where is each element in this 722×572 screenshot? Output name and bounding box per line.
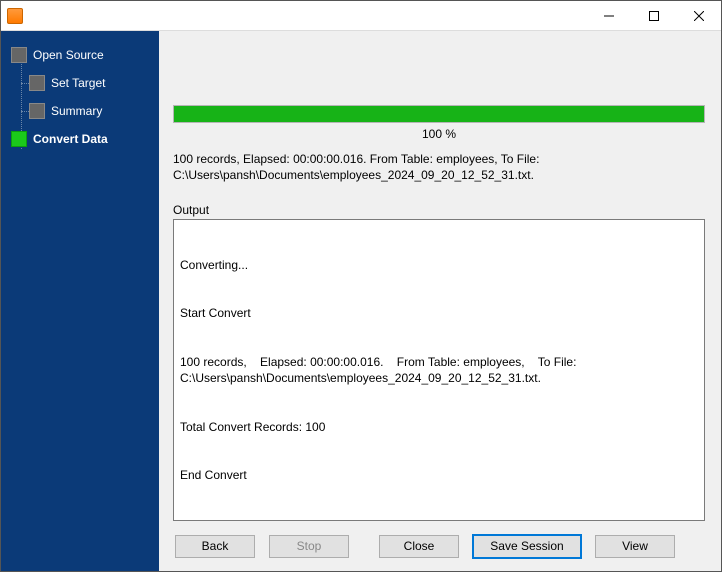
stop-button: Stop	[269, 535, 349, 558]
output-line: End Convert	[180, 467, 698, 483]
back-button[interactable]: Back	[175, 535, 255, 558]
titlebar-left	[1, 8, 23, 24]
progress-percent: 100 %	[173, 127, 705, 141]
output-line: 100 records, Elapsed: 00:00:00.016. From…	[180, 354, 698, 386]
output-label: Output	[173, 203, 705, 217]
step-box-icon	[29, 75, 45, 91]
step-label: Convert Data	[33, 132, 108, 146]
window-controls	[586, 1, 721, 30]
summary-line: C:\Users\pansh\Documents\employees_2024_…	[173, 167, 705, 183]
step-box-icon	[29, 103, 45, 119]
spacer	[173, 45, 705, 105]
minimize-button[interactable]	[586, 1, 631, 30]
step-box-icon	[11, 47, 27, 63]
main-body: 100 % 100 records, Elapsed: 00:00:00.016…	[159, 31, 721, 521]
step-summary[interactable]: Summary	[1, 97, 159, 125]
step-label: Set Target	[51, 76, 105, 90]
output-textarea[interactable]: Converting... Start Convert 100 records,…	[173, 219, 705, 521]
step-box-icon	[11, 131, 27, 147]
output-line: Start Convert	[180, 305, 698, 321]
content: Open Source Set Target Summary Convert D…	[1, 31, 721, 571]
main-panel: 100 % 100 records, Elapsed: 00:00:00.016…	[159, 31, 721, 571]
step-set-target[interactable]: Set Target	[1, 69, 159, 97]
titlebar	[1, 1, 721, 31]
step-label: Summary	[51, 104, 102, 118]
summary-line: 100 records, Elapsed: 00:00:00.016. From…	[173, 151, 705, 167]
step-label: Open Source	[33, 48, 104, 62]
wizard-sidebar: Open Source Set Target Summary Convert D…	[1, 31, 159, 571]
view-button[interactable]: View	[595, 535, 675, 558]
close-button[interactable]: Close	[379, 535, 459, 558]
close-window-button[interactable]	[676, 1, 721, 30]
step-open-source[interactable]: Open Source	[1, 41, 159, 69]
button-row: Back Stop Close Save Session View	[159, 521, 721, 571]
output-line: Converting...	[180, 257, 698, 273]
maximize-button[interactable]	[631, 1, 676, 30]
app-icon	[7, 8, 23, 24]
progress-bar	[173, 105, 705, 123]
step-convert-data[interactable]: Convert Data	[1, 125, 159, 153]
conversion-summary: 100 records, Elapsed: 00:00:00.016. From…	[173, 151, 705, 183]
output-line: Total Convert Records: 100	[180, 419, 698, 435]
save-session-button[interactable]: Save Session	[473, 535, 581, 558]
